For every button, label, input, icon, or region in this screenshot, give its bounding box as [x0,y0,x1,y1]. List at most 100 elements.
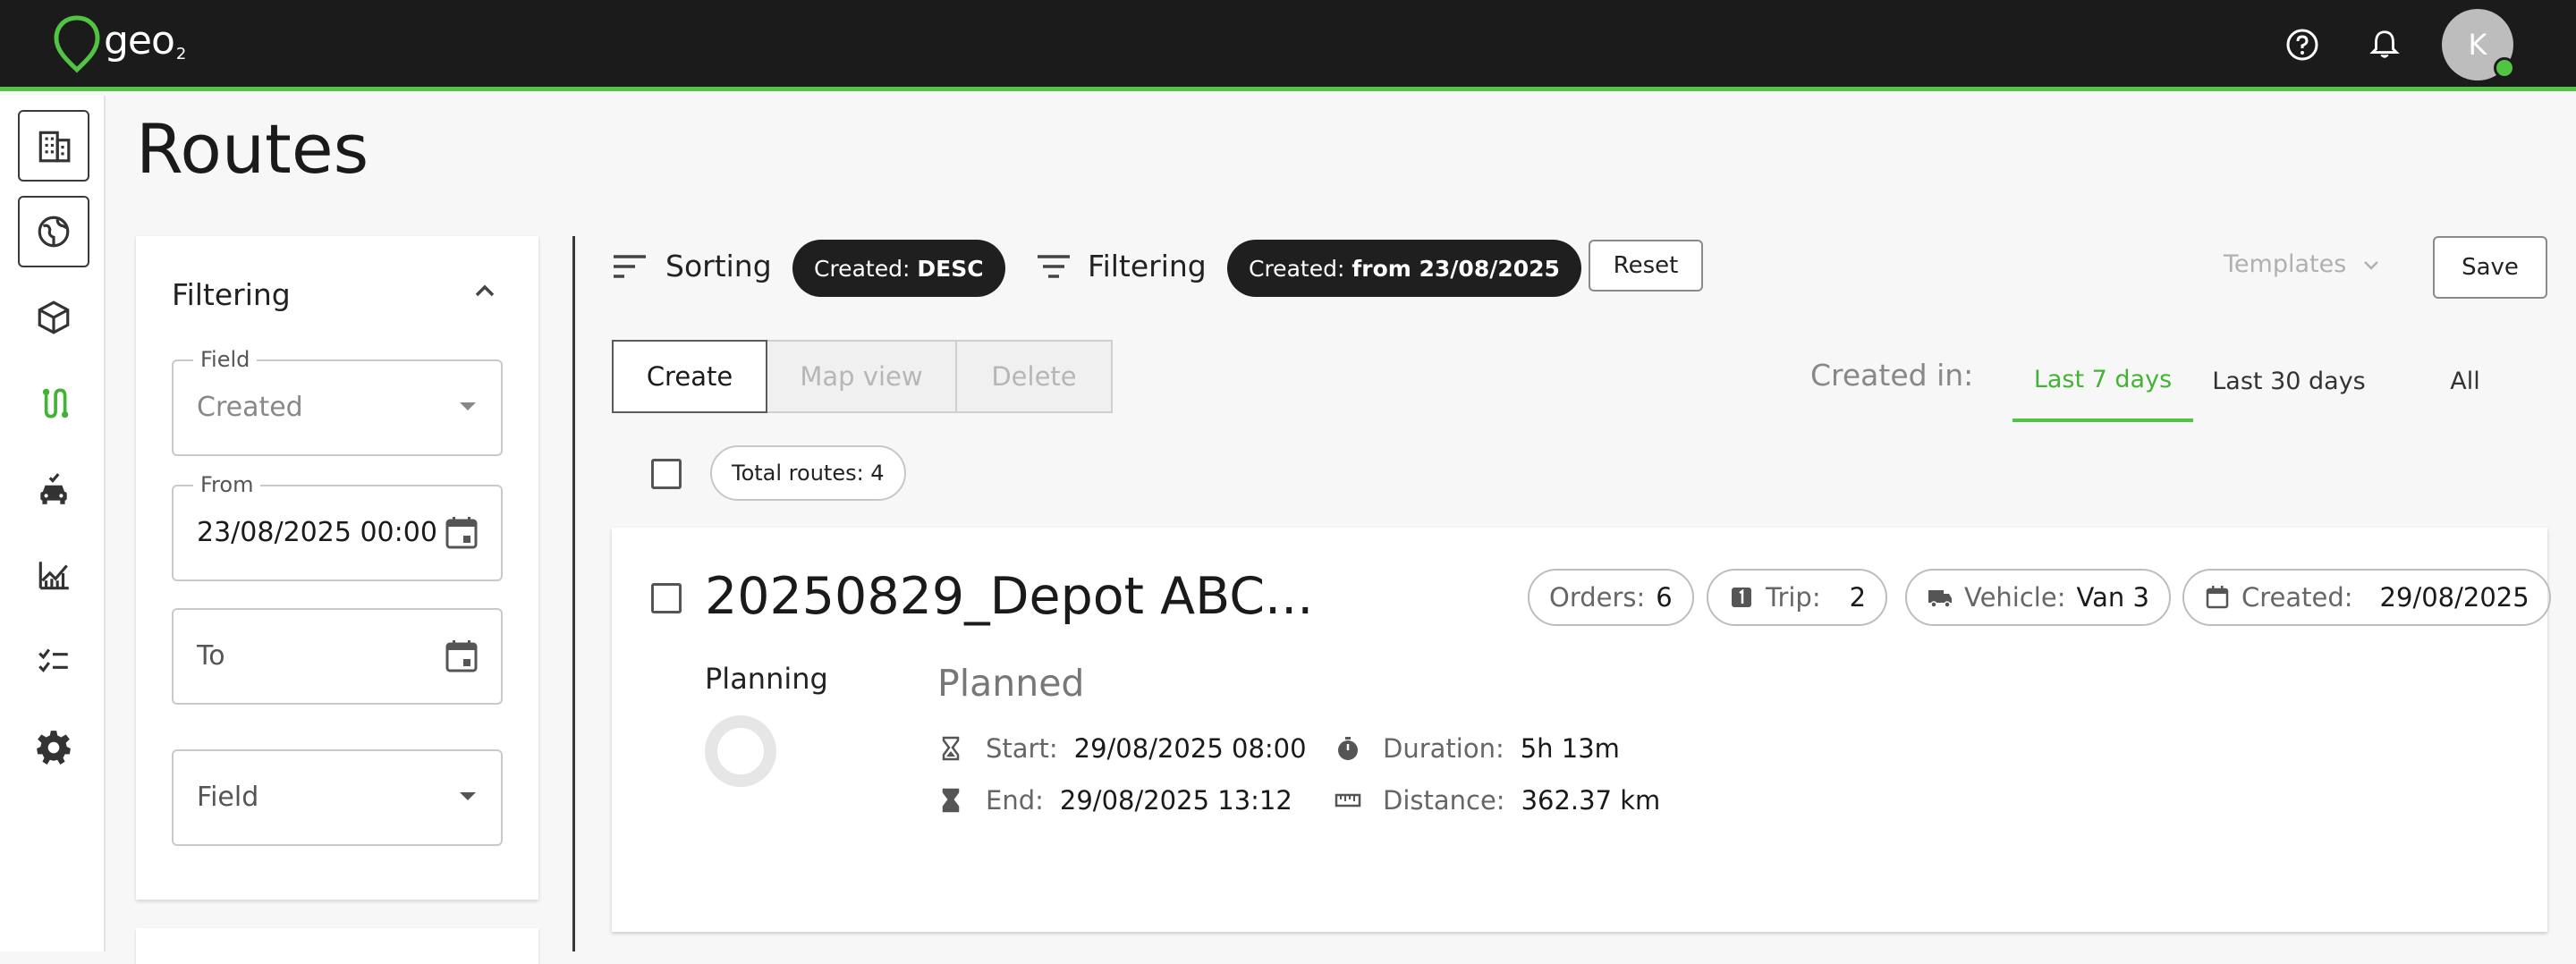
vehicle-pill: Vehicle: Van 3 [1905,569,2171,626]
start-info: Start: 29/08/2025 08:00 [937,733,1307,764]
caret-down-icon [460,792,476,800]
sorting-chip-value: DESC [917,255,984,282]
route-card[interactable]: 20250829_Depot ABC... Orders: 6 Trip: 2 … [612,528,2551,932]
created-value: 29/08/2025 [2379,582,2529,613]
created-key: Created: [2241,582,2353,613]
nav-tasks[interactable] [18,625,89,697]
from-date-field[interactable]: From 23/08/2025 00:00 [172,472,503,581]
field-select-label: Field [193,347,258,372]
hourglass-end-icon [942,788,960,813]
help-circle-icon[interactable] [2281,23,2324,66]
field-select-value: Created [197,392,303,423]
templates-label: Templates [2224,250,2347,278]
calendar-icon[interactable] [442,513,481,553]
secondary-panel [136,928,538,964]
stopwatch-icon [1338,737,1358,760]
filter-panel-title: Filtering [172,277,291,312]
from-date-label: From [193,472,261,497]
calendar-icon [2206,586,2229,609]
panel-divider[interactable] [572,236,575,951]
chevron-down-icon [2364,260,2379,270]
planning-label: Planning [705,662,828,696]
field-select-2-placeholder: Field [197,782,259,813]
tab-all[interactable]: All [2397,340,2533,422]
field-select-2[interactable]: Field [172,749,503,846]
vehicle-value: Van 3 [2076,582,2149,613]
trip-number-icon [1732,588,1751,607]
to-date-field[interactable]: To [172,608,503,705]
nav-globe[interactable] [18,196,89,267]
trip-pill: Trip: 2 [1707,569,1888,626]
filtering-chip-value: from 23/08/2025 [1352,255,1560,282]
duration-info: Duration: 5h 13m [1335,733,1620,764]
nav-packages[interactable] [18,282,89,353]
end-key: End: [986,785,1044,816]
sorting-label: Sorting [665,249,772,283]
nav-settings[interactable] [18,711,89,782]
end-info: End: 29/08/2025 13:12 [937,785,1292,816]
route-checkbox[interactable] [651,583,682,613]
create-button[interactable]: Create [612,340,767,413]
created-in-label: Created in: [1810,358,1974,393]
select-all-checkbox[interactable] [651,459,682,489]
filter-icon [1038,255,1070,278]
globe-icon [38,216,70,248]
nav-routes[interactable] [18,368,89,439]
tab-last-30-days[interactable]: Last 30 days [2199,340,2379,422]
to-date-placeholder: To [197,640,225,672]
avatar[interactable]: K [2442,9,2515,80]
map-pin-logo-icon [54,15,100,73]
filtering-chip-key: Created: [1249,255,1345,282]
orders-value: 6 [1656,582,1673,613]
calendar-icon[interactable] [442,637,481,676]
route-icon [42,388,69,419]
filter-panel: Filtering Field Created From 23/08/2025 … [136,236,538,900]
templates-dropdown[interactable]: Templates [2224,250,2382,278]
online-status-dot [2494,57,2515,79]
chart-line-icon [38,562,69,590]
from-date-value: 23/08/2025 00:00 [197,517,437,548]
created-pill: Created: 29/08/2025 [2182,569,2551,626]
duration-value: 5h 13m [1520,733,1620,764]
distance-key: Distance: [1383,785,1505,816]
truck-icon [1928,590,1952,608]
orders-key: Orders: [1549,582,1646,613]
ruler-icon [1335,793,1361,808]
route-actions: Create Map view Delete [612,340,1113,413]
page-title: Routes [136,109,369,189]
map-view-button[interactable]: Map view [767,340,957,413]
route-name[interactable]: 20250829_Depot ABC... [705,567,1313,626]
vehicle-key: Vehicle: [1964,582,2066,613]
sorting-chip-key: Created: [814,255,911,282]
field-select[interactable]: Field Created [172,347,503,456]
bell-icon[interactable] [2363,23,2406,66]
hourglass-start-icon [942,736,960,761]
nav-reports[interactable] [18,539,89,611]
nav-vehicles[interactable] [18,453,89,525]
filtering-chip[interactable]: Created: from 23/08/2025 [1227,240,1581,297]
sort-icon [614,255,646,278]
duration-key: Duration: [1383,733,1504,764]
caret-down-icon [460,402,476,410]
distance-value: 362.37 km [1521,785,1661,816]
trip-value: 2 [1849,582,1867,613]
filtering-label: Filtering [1088,249,1207,283]
nav-buildings[interactable] [18,110,89,182]
package-icon [38,300,70,334]
logo-text: geo [104,18,175,63]
car-check-icon [40,473,67,504]
orders-pill: Orders: 6 [1528,569,1694,626]
gear-icon [37,731,71,765]
planning-progress-ring [705,715,776,787]
sorting-chip[interactable]: Created: DESC [792,240,1005,297]
route-status: Planned [937,662,1085,705]
geo-logo[interactable]: geo 2 [52,14,186,73]
trip-key: Trip: [1766,582,1821,613]
chevron-up-icon[interactable] [469,275,501,308]
delete-button[interactable]: Delete [957,340,1113,413]
save-button[interactable]: Save [2433,236,2547,299]
end-value: 29/08/2025 13:12 [1059,785,1292,816]
reset-button[interactable]: Reset [1589,240,1703,292]
top-bar: geo 2 K [0,0,2576,91]
tab-last-7-days[interactable]: Last 7 days [2012,340,2193,422]
